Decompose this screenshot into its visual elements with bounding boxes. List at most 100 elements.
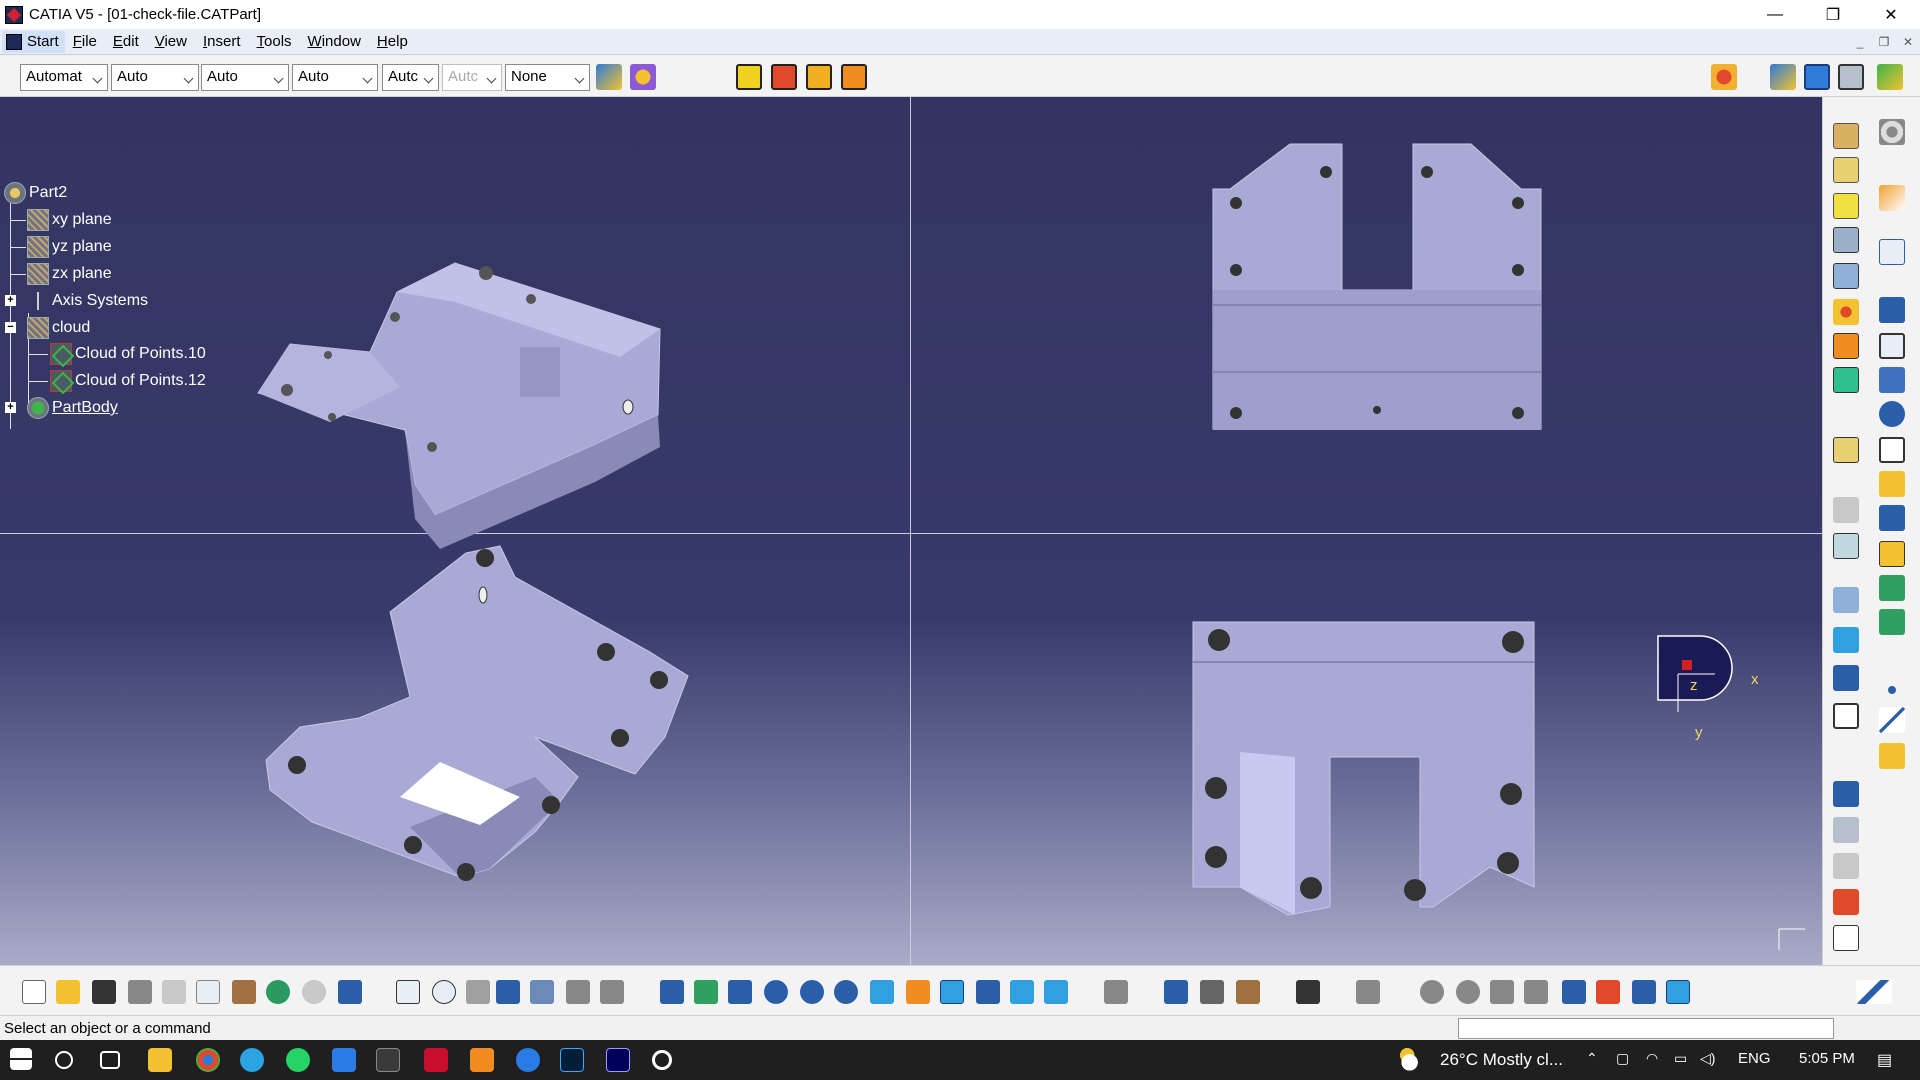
plane-tool-icon[interactable]: [1879, 743, 1905, 769]
notification-icon[interactable]: ▤: [1877, 1050, 1892, 1070]
doc-restore-button[interactable]: ❐: [1872, 35, 1896, 49]
catalog-icon-4[interactable]: [841, 64, 867, 90]
premiere-icon[interactable]: [606, 1048, 630, 1072]
chevron-up-icon[interactable]: ⌃: [1586, 1050, 1598, 1067]
bottom-view-part[interactable]: [1192, 621, 1535, 916]
circle-tool-icon[interactable]: [1879, 367, 1905, 393]
battery-icon[interactable]: ▭: [1674, 1050, 1687, 1067]
catia-task-icon[interactable]: [376, 1048, 400, 1072]
parameter-icon[interactable]: [466, 980, 490, 1004]
table-icon[interactable]: [496, 980, 520, 1004]
pad-icon[interactable]: [1833, 123, 1859, 149]
axis-icon[interactable]: [1879, 505, 1905, 531]
line-icon[interactable]: [1879, 471, 1905, 497]
painter-icon[interactable]: [596, 64, 622, 90]
solidworks-icon[interactable]: [424, 1048, 448, 1072]
top-view-part[interactable]: [1212, 143, 1542, 430]
analysis-icon[interactable]: [1838, 64, 1864, 90]
settings-icon[interactable]: [652, 1050, 672, 1070]
hole-icon[interactable]: [1833, 263, 1859, 289]
photoshop-icon[interactable]: [560, 1048, 584, 1072]
close-button[interactable]: ✕: [1862, 0, 1920, 29]
workbench-icon[interactable]: [1711, 64, 1737, 90]
fly-mode-icon[interactable]: [660, 980, 684, 1004]
cube-view-icon[interactable]: [1562, 980, 1586, 1004]
draft-analysis-icon[interactable]: [1877, 64, 1903, 90]
weather-icon[interactable]: [1400, 1048, 1424, 1072]
catalog-icon-1[interactable]: [736, 64, 762, 90]
tree-node-cloud[interactable]: cloud: [27, 316, 90, 340]
measure-between-icon[interactable]: [1164, 980, 1188, 1004]
pan-icon[interactable]: [728, 980, 752, 1004]
numeric-icon[interactable]: [1524, 980, 1548, 1004]
text-with-leader-icon[interactable]: [1833, 817, 1859, 843]
point-sketch-icon[interactable]: [1879, 541, 1905, 567]
construction-line-icon[interactable]: [1879, 707, 1905, 733]
line-type-combo[interactable]: Auto: [292, 64, 378, 91]
save-icon[interactable]: [92, 980, 116, 1004]
apply-material-bottom-icon[interactable]: [1236, 980, 1260, 1004]
fit-all-icon[interactable]: [694, 980, 718, 1004]
weather-text[interactable]: 26°C Mostly cl...: [1440, 1050, 1563, 1070]
open-folder-icon[interactable]: [56, 980, 80, 1004]
new-file-icon[interactable]: [22, 980, 46, 1004]
annotation-icon[interactable]: [1833, 781, 1859, 807]
underside-view-part[interactable]: [265, 545, 689, 881]
menu-view[interactable]: View: [147, 33, 195, 50]
illustrator-icon[interactable]: [470, 1048, 494, 1072]
formula-icon[interactable]: [396, 980, 420, 1004]
tree-node-yz-plane[interactable]: yz plane: [27, 235, 112, 259]
paste-icon[interactable]: [232, 980, 256, 1004]
3d-viewport[interactable]: x y z Part2 xy plane yz plane zx plane +…: [0, 97, 1822, 965]
menu-help[interactable]: Help: [369, 33, 416, 50]
sketch-icon[interactable]: [1879, 239, 1905, 265]
rendering-style-combo[interactable]: Autc: [442, 64, 502, 91]
task-view-icon[interactable]: [100, 1051, 120, 1069]
measure-inertia-icon[interactable]: [1200, 980, 1224, 1004]
compass-widget[interactable]: [1657, 635, 1733, 712]
zoom-in-icon[interactable]: [800, 980, 824, 1004]
sphere-search-icon[interactable]: [566, 980, 590, 1004]
catalog-icon-2[interactable]: [771, 64, 797, 90]
zoom-out-icon[interactable]: [834, 980, 858, 1004]
collapse-cloud-button[interactable]: −: [5, 322, 16, 333]
layer-combo[interactable]: None: [505, 64, 590, 91]
capture-icon[interactable]: [1296, 980, 1320, 1004]
construction-point-icon[interactable]: [1888, 686, 1896, 694]
point-icon[interactable]: [1833, 299, 1859, 325]
profile-icon[interactable]: [1879, 333, 1905, 359]
print-icon[interactable]: [128, 980, 152, 1004]
device-icon[interactable]: ▢: [1616, 1050, 1629, 1067]
whatsapp-icon[interactable]: [286, 1048, 310, 1072]
fillet-icon[interactable]: [1833, 437, 1859, 463]
restore-button[interactable]: ❐: [1804, 0, 1862, 29]
apply-dress-up-icon[interactable]: [1833, 889, 1859, 915]
menu-insert[interactable]: Insert: [195, 33, 249, 50]
minimize-button[interactable]: —: [1746, 0, 1804, 29]
knowledge-icon[interactable]: [432, 980, 456, 1004]
file-explorer-icon[interactable]: [148, 1048, 172, 1072]
layer-tool-icon[interactable]: [1632, 980, 1656, 1004]
update-icon[interactable]: [1104, 980, 1128, 1004]
point-type-combo[interactable]: Autc: [382, 64, 439, 91]
menu-edit[interactable]: Edit: [105, 33, 147, 50]
normal-view-icon[interactable]: [870, 980, 894, 1004]
tree-node-xy-plane[interactable]: xy plane: [27, 208, 112, 232]
start-menu[interactable]: Start: [2, 30, 65, 53]
chrome-icon[interactable]: [196, 1048, 220, 1072]
grid-icon[interactable]: [1356, 980, 1380, 1004]
shading-icon[interactable]: [976, 980, 1000, 1004]
polyline-icon[interactable]: [1879, 297, 1905, 323]
ellipse-icon[interactable]: [1879, 437, 1905, 463]
whats-this-icon[interactable]: [338, 980, 362, 1004]
tree-node-cloud-of-points-10[interactable]: Cloud of Points.10: [50, 342, 206, 366]
split-icon[interactable]: [600, 980, 624, 1004]
analysis-tool-icon[interactable]: [1596, 980, 1620, 1004]
tree-node-partbody[interactable]: PartBody: [27, 396, 118, 420]
part-geometry[interactable]: [0, 97, 1822, 965]
tree-node-part2[interactable]: Part2: [4, 181, 67, 205]
mirror-icon[interactable]: [1833, 627, 1859, 653]
graphic-properties-icon[interactable]: [630, 64, 656, 90]
shell-icon[interactable]: [1833, 533, 1859, 559]
rib-icon[interactable]: [1833, 333, 1859, 359]
